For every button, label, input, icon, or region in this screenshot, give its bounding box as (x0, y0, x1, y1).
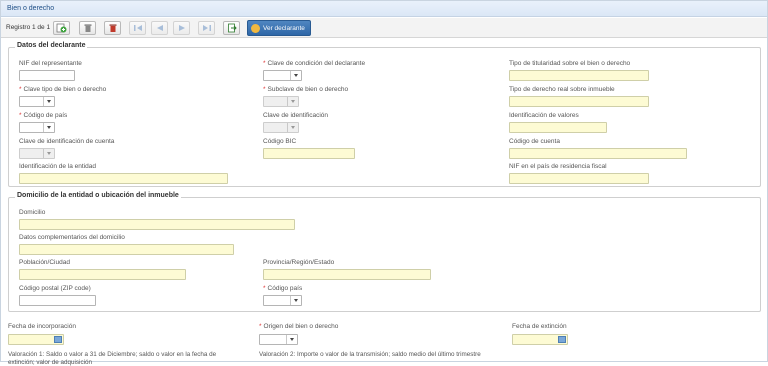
fecha-extincion-label: Fecha de extinción (512, 323, 567, 330)
origen-bien-select[interactable] (259, 334, 298, 345)
codigo-postal-input[interactable] (19, 295, 96, 306)
previous-record-button[interactable] (151, 21, 168, 35)
record-counter: Registro 1 de 1 (6, 24, 51, 31)
chevron-down-icon (287, 123, 298, 132)
last-arrow-icon (202, 25, 211, 31)
nif-representante-input[interactable] (19, 70, 75, 81)
clave-condicion-label: * Clave de condición del declarante (263, 60, 366, 67)
codigo-bic-label: Código BIC (263, 138, 297, 145)
codigo-cuenta-input[interactable] (509, 148, 687, 159)
clave-tipo-bien-label: * Clave tipo de bien o derecho (19, 86, 107, 93)
next-record-button[interactable] (173, 21, 190, 35)
export-document-icon (227, 23, 237, 33)
chevron-down-icon (43, 123, 54, 132)
toolbar: Registro 1 de 1 Ver declarante (1, 18, 767, 38)
declarante-section (8, 47, 761, 187)
delete-all-button[interactable] (104, 21, 121, 35)
form-window: Bien o derecho Registro 1 de 1 Ver decla… (0, 0, 768, 366)
ver-declarante-button[interactable]: Ver declarante (247, 20, 311, 36)
chevron-down-icon (290, 296, 301, 305)
next-arrow-icon (178, 25, 185, 31)
chevron-down-icon (43, 97, 54, 106)
codigo-postal-label: Código postal (ZIP code) (19, 285, 91, 292)
delete-button[interactable] (79, 21, 96, 35)
tipo-titularidad-label: Tipo de titularidad sobre el bien o dere… (509, 60, 631, 67)
first-record-button[interactable] (129, 21, 146, 35)
valoracion2-label: Valoración 2: Importe o valor de la tran… (259, 351, 481, 358)
subclave-bien-label: * Subclave de bien o derecho (263, 86, 349, 93)
last-record-button[interactable] (198, 21, 215, 35)
valoracion1-cont-label: extinción; valor de adquisición (8, 359, 93, 366)
fecha-incorporacion-input[interactable] (8, 334, 64, 345)
window-title: Bien o derecho (7, 5, 55, 12)
new-record-button[interactable] (53, 21, 70, 35)
clave-identificacion-label: Clave de identificación (263, 112, 329, 119)
codigo-pais-label: * Código de país (19, 112, 68, 119)
trash-red-icon (109, 24, 116, 32)
valoracion1-label: Valoración 1: Saldo o valor a 31 de Dici… (8, 351, 217, 358)
window-header: Bien o derecho (1, 1, 767, 17)
first-arrow-icon (133, 25, 142, 31)
trash-icon (84, 24, 91, 32)
add-document-icon (56, 23, 67, 33)
calendar-icon (54, 336, 62, 343)
clave-tipo-bien-select[interactable] (19, 96, 55, 107)
chevron-down-icon (287, 97, 298, 106)
nif-pais-residencia-input[interactable] (509, 173, 649, 184)
calendar-icon (558, 336, 566, 343)
codigo-pais-domicilio-label: * Código país (263, 285, 303, 292)
declarante-legend: Datos del declarante (15, 42, 88, 49)
codigo-cuenta-label: Código de cuenta (509, 138, 560, 145)
tipo-derecho-real-input[interactable] (509, 96, 649, 107)
domicilio-label: Domicilio (19, 209, 46, 216)
identificacion-valores-input[interactable] (509, 122, 607, 133)
provincia-input[interactable] (263, 269, 431, 280)
nif-representante-label: NIF del representante (19, 60, 82, 67)
poblacion-label: Población/Ciudad (19, 259, 70, 266)
codigo-pais-select[interactable] (19, 122, 55, 133)
subclave-bien-select[interactable] (263, 96, 299, 107)
identificacion-entidad-label: Identificación de la entidad (19, 163, 96, 170)
poblacion-input[interactable] (19, 269, 186, 280)
nif-pais-residencia-label: NIF en el país de residencia fiscal (509, 163, 607, 170)
tipo-titularidad-input[interactable] (509, 70, 649, 81)
person-icon (251, 23, 260, 33)
chevron-down-icon (290, 71, 301, 80)
clave-identificacion-cuenta-select[interactable] (19, 148, 55, 159)
clave-identificacion-select[interactable] (263, 122, 299, 133)
codigo-pais-domicilio-select[interactable] (263, 295, 302, 306)
datos-complementarios-input[interactable] (19, 244, 234, 255)
export-button[interactable] (223, 21, 240, 35)
tipo-derecho-real-label: Tipo de derecho real sobre inmueble (509, 86, 615, 93)
chevron-down-icon (43, 149, 54, 158)
identificacion-valores-label: Identificación de valores (509, 112, 579, 119)
codigo-bic-input[interactable] (263, 148, 355, 159)
identificacion-entidad-input[interactable] (19, 173, 228, 184)
domicilio-input[interactable] (19, 219, 295, 230)
datos-complementarios-label: Datos complementarios del domicilio (19, 234, 125, 241)
origen-bien-label: * Origen del bien o derecho (259, 323, 339, 330)
fecha-extincion-input[interactable] (512, 334, 568, 345)
chevron-down-icon (286, 335, 297, 344)
domicilio-legend: Domicilio de la entidad o ubicación del … (15, 192, 181, 199)
ver-declarante-label: Ver declarante (263, 24, 305, 32)
provincia-label: Provincia/Región/Estado (263, 259, 335, 266)
clave-condicion-select[interactable] (263, 70, 302, 81)
clave-identificacion-cuenta-label: Clave de identificación de cuenta (19, 138, 115, 145)
previous-arrow-icon (156, 25, 163, 31)
fecha-incorporacion-label: Fecha de incorporación (8, 323, 76, 330)
